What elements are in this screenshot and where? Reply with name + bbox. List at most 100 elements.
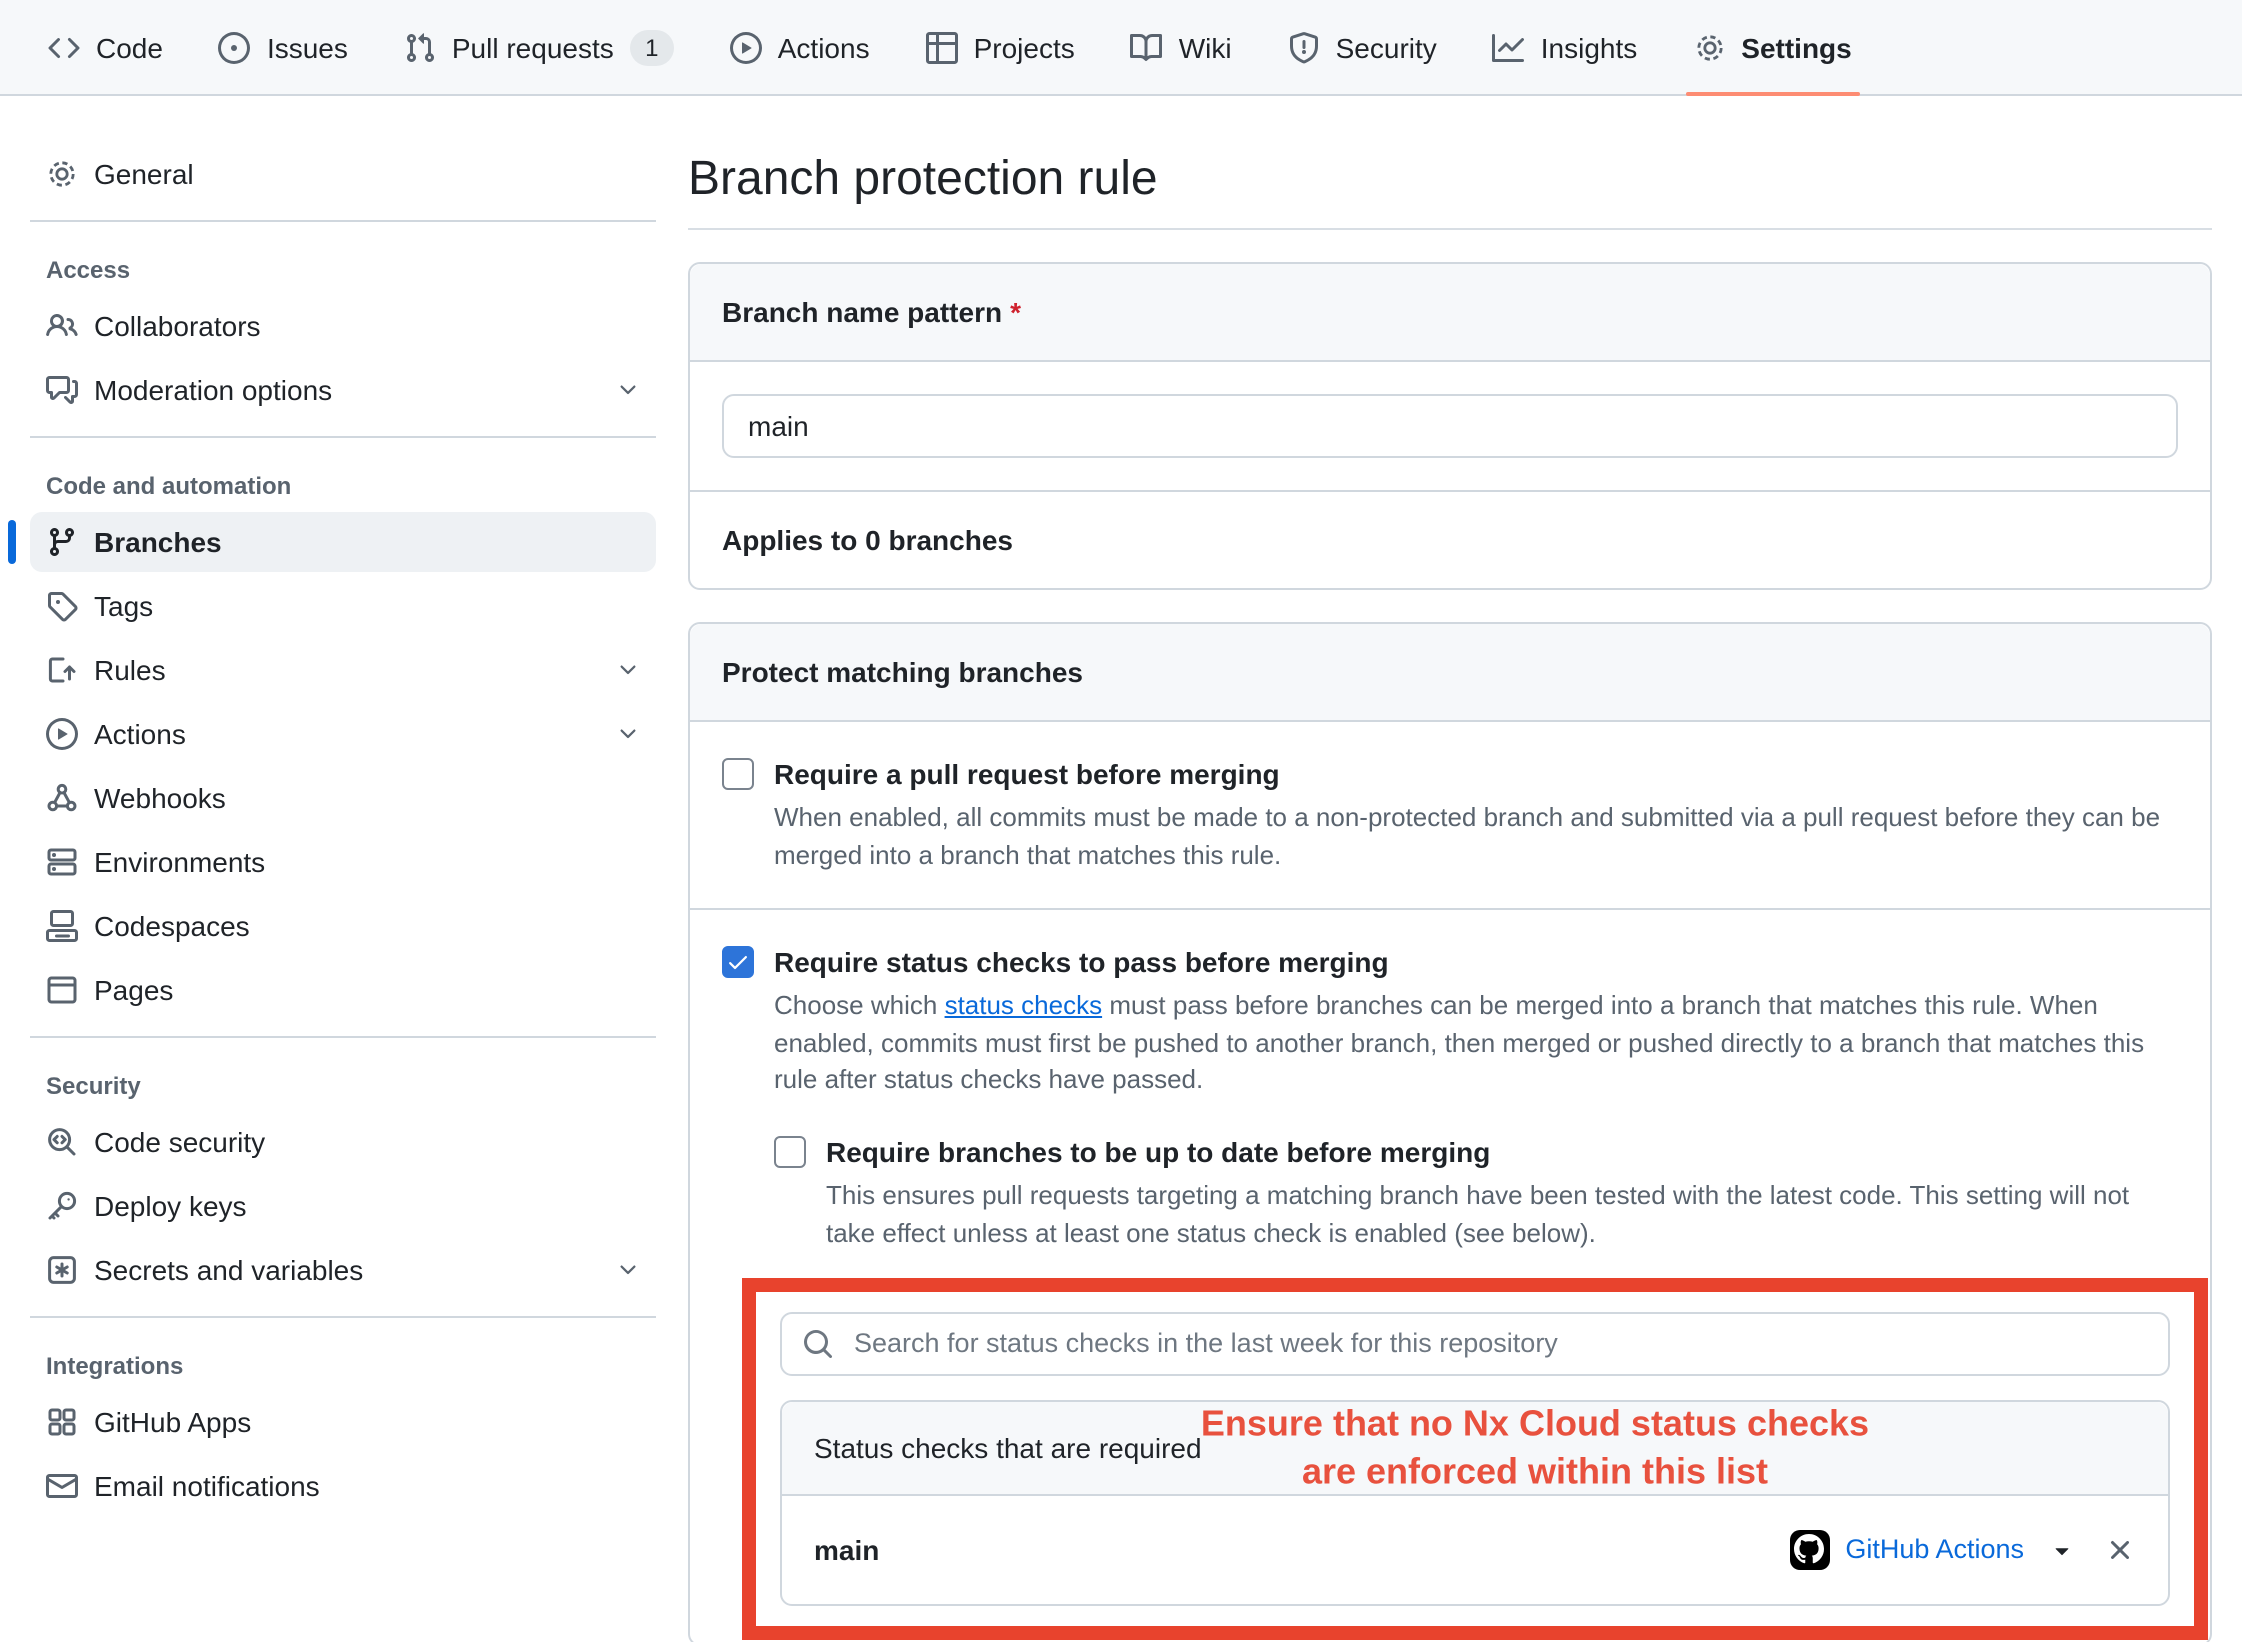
require-pr-checkbox[interactable] bbox=[722, 758, 754, 790]
status-check-row: main GitHub Actions bbox=[782, 1496, 2168, 1604]
sidebar-item-collaborators[interactable]: Collaborators bbox=[30, 296, 656, 356]
graph-icon bbox=[1493, 31, 1525, 63]
secrets-icon bbox=[46, 1254, 78, 1286]
chevron-down-icon bbox=[616, 722, 640, 746]
git-pull-request-icon bbox=[404, 31, 436, 63]
play-icon bbox=[46, 718, 78, 750]
gear-icon bbox=[46, 158, 78, 190]
sidebar-item-label: Pages bbox=[94, 974, 640, 1006]
sidebar-divider bbox=[30, 220, 656, 222]
require-status-checks-description: Choose which status checks must pass bef… bbox=[774, 987, 2178, 1100]
sidebar-item-deploy-keys[interactable]: Deploy keys bbox=[30, 1176, 656, 1236]
sidebar-item-label: Collaborators bbox=[94, 310, 640, 342]
require-pr-description: When enabled, all commits must be made t… bbox=[774, 800, 2178, 875]
comment-discussion-icon bbox=[46, 374, 78, 406]
sidebar-section-header-code-automation: Code and automation bbox=[30, 454, 656, 512]
up-to-date-checkbox[interactable] bbox=[774, 1136, 806, 1168]
tab-projects[interactable]: Projects bbox=[898, 0, 1103, 94]
required-asterisk: * bbox=[1010, 296, 1021, 328]
book-icon bbox=[1131, 31, 1163, 63]
tab-label: Code bbox=[96, 31, 163, 63]
applies-to-branches-text: Applies to 0 branches bbox=[690, 492, 2210, 588]
remove-status-check-icon[interactable] bbox=[2104, 1534, 2136, 1566]
description-text: Choose which bbox=[774, 989, 945, 1019]
tab-wiki[interactable]: Wiki bbox=[1103, 0, 1260, 94]
sidebar-divider bbox=[30, 1316, 656, 1318]
tab-code[interactable]: Code bbox=[20, 0, 191, 94]
sidebar-item-pages[interactable]: Pages bbox=[30, 960, 656, 1020]
tab-pull-requests[interactable]: Pull requests 1 bbox=[376, 0, 702, 94]
tag-icon bbox=[46, 590, 78, 622]
sidebar-item-webhooks[interactable]: Webhooks bbox=[30, 768, 656, 828]
require-status-checks-checkbox[interactable] bbox=[722, 945, 754, 977]
tab-settings[interactable]: Settings bbox=[1665, 0, 1879, 94]
gear-icon bbox=[1693, 31, 1725, 63]
tab-label: Issues bbox=[267, 31, 348, 63]
branch-name-pattern-card: Branch name pattern* Applies to 0 branch… bbox=[688, 262, 2212, 590]
github-actions-link[interactable]: GitHub Actions bbox=[1845, 1535, 2024, 1565]
tab-security[interactable]: Security bbox=[1260, 0, 1465, 94]
tab-label: Pull requests bbox=[452, 31, 614, 63]
require-status-checks-label[interactable]: Require status checks to pass before mer… bbox=[774, 941, 1389, 981]
annotation-highlight-box: Status checks that are required Ensure t… bbox=[742, 1278, 2208, 1640]
sidebar-item-label: Rules bbox=[94, 654, 600, 686]
sidebar-item-label: GitHub Apps bbox=[94, 1406, 640, 1438]
sidebar-item-code-security[interactable]: Code security bbox=[30, 1112, 656, 1172]
up-to-date-description: This ensures pull requests targeting a m… bbox=[826, 1178, 2178, 1253]
sidebar-section-header-access: Access bbox=[30, 238, 656, 296]
search-icon bbox=[802, 1328, 834, 1360]
tab-insights[interactable]: Insights bbox=[1465, 0, 1666, 94]
up-to-date-label[interactable]: Require branches to be up to date before… bbox=[826, 1132, 1490, 1172]
repo-nav: Code Issues Pull requests 1 Actions Proj… bbox=[0, 0, 2242, 96]
tab-label: Actions bbox=[778, 31, 870, 63]
play-icon bbox=[730, 31, 762, 63]
required-status-checks-header: Status checks that are required Ensure t… bbox=[782, 1402, 2168, 1496]
code-icon bbox=[48, 31, 80, 63]
protect-matching-branches-card: Protect matching branches Require a pull… bbox=[688, 622, 2212, 1642]
sidebar-item-branches[interactable]: Branches bbox=[30, 512, 656, 572]
sidebar-divider bbox=[30, 436, 656, 438]
branch-name-pattern-input[interactable] bbox=[722, 394, 2178, 458]
server-icon bbox=[46, 846, 78, 878]
sidebar-item-label: Code security bbox=[94, 1126, 640, 1158]
sidebar-item-label: Deploy keys bbox=[94, 1190, 640, 1222]
chevron-down-icon bbox=[616, 378, 640, 402]
status-check-name: main bbox=[814, 1534, 879, 1566]
page-body: General Access Collaborators Moderation … bbox=[0, 96, 2242, 1642]
sidebar-item-label: Codespaces bbox=[94, 910, 640, 942]
sidebar-item-label: Email notifications bbox=[94, 1470, 640, 1502]
sidebar-item-tags[interactable]: Tags bbox=[30, 576, 656, 636]
required-status-checks-box: Status checks that are required Ensure t… bbox=[780, 1400, 2170, 1606]
caret-down-icon[interactable] bbox=[2048, 1536, 2076, 1564]
require-pr-label[interactable]: Require a pull request before merging bbox=[774, 754, 1280, 794]
sidebar-item-rules[interactable]: Rules bbox=[30, 640, 656, 700]
tab-label: Settings bbox=[1741, 31, 1851, 63]
branch-name-pattern-header: Branch name pattern* bbox=[690, 264, 2210, 362]
sidebar-item-github-apps[interactable]: GitHub Apps bbox=[30, 1392, 656, 1452]
branch-name-pattern-input-section bbox=[690, 362, 2210, 492]
sidebar-item-environments[interactable]: Environments bbox=[30, 832, 656, 892]
status-checks-link[interactable]: status checks bbox=[945, 989, 1103, 1019]
status-checks-search-input[interactable] bbox=[850, 1327, 2148, 1361]
sidebar-item-label: Moderation options bbox=[94, 374, 600, 406]
sidebar-item-label: Actions bbox=[94, 718, 600, 750]
key-icon bbox=[46, 1190, 78, 1222]
sidebar-item-codespaces[interactable]: Codespaces bbox=[30, 896, 656, 956]
apps-icon bbox=[46, 1406, 78, 1438]
sidebar-item-actions[interactable]: Actions bbox=[30, 704, 656, 764]
sidebar-item-email-notifications[interactable]: Email notifications bbox=[30, 1456, 656, 1516]
sidebar-item-general[interactable]: General bbox=[30, 144, 656, 204]
sidebar-section-header-integrations: Integrations bbox=[30, 1334, 656, 1392]
sidebar-item-secrets-variables[interactable]: Secrets and variables bbox=[30, 1240, 656, 1300]
sidebar-item-moderation-options[interactable]: Moderation options bbox=[30, 360, 656, 420]
issue-opened-icon bbox=[219, 31, 251, 63]
protect-matching-branches-header: Protect matching branches bbox=[690, 624, 2210, 722]
nested-options: Require branches to be up to date before… bbox=[774, 1132, 2178, 1639]
sidebar-item-label: Webhooks bbox=[94, 782, 640, 814]
tab-actions[interactable]: Actions bbox=[702, 0, 898, 94]
page-title: Branch protection rule bbox=[688, 152, 2212, 230]
tab-issues[interactable]: Issues bbox=[191, 0, 376, 94]
browser-icon bbox=[46, 974, 78, 1006]
sidebar-item-label: Branches bbox=[94, 526, 640, 558]
tab-label: Projects bbox=[974, 31, 1075, 63]
